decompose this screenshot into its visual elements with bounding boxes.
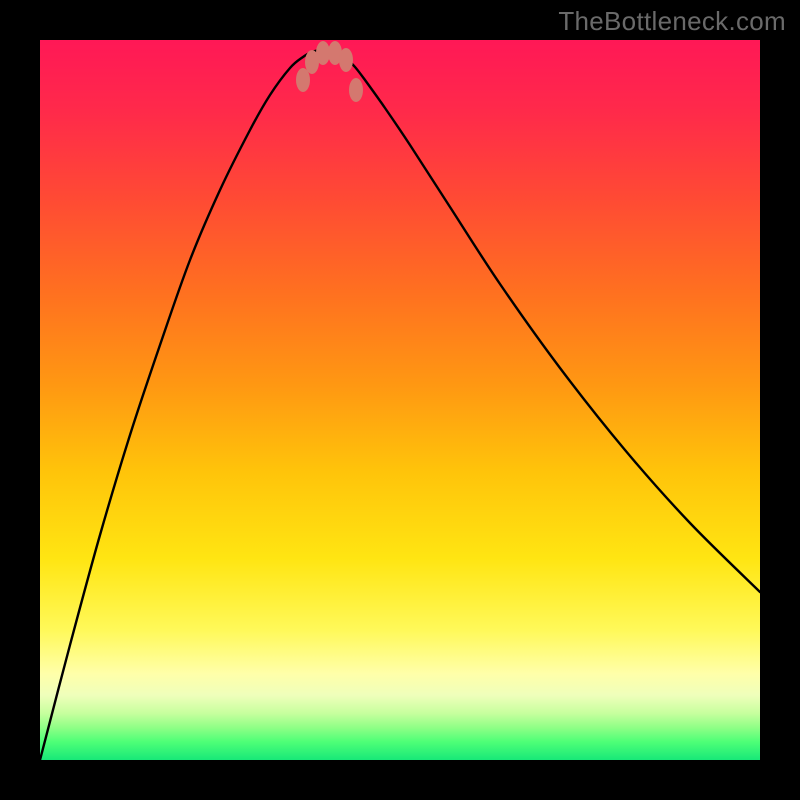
marker-bead	[349, 78, 363, 102]
bottleneck-curve	[40, 50, 760, 760]
marker-group	[296, 41, 363, 102]
marker-bead	[316, 41, 330, 65]
watermark-text: TheBottleneck.com	[558, 6, 786, 37]
chart-frame	[40, 40, 760, 760]
marker-bead	[339, 48, 353, 72]
chart-svg	[40, 40, 760, 760]
